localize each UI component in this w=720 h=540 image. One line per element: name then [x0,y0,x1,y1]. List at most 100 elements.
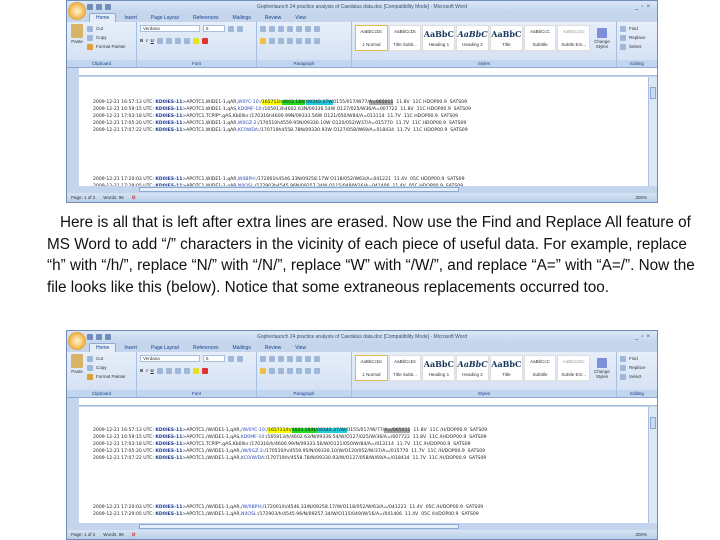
style-normal[interactable]: AaBbCcDc 1 Normal [355,25,388,51]
borders-icon[interactable] [314,37,320,44]
align-left-icon[interactable] [260,37,266,44]
change-case-icon[interactable] [183,37,190,44]
superscript-icon[interactable] [174,367,181,374]
subscript-icon[interactable] [165,367,172,374]
tab-page-layout[interactable]: Page Layout [145,14,185,22]
style-title-subtitle[interactable]: AaBbCcDc Title Subti... [388,25,422,51]
align-right-icon[interactable] [278,367,284,374]
document-page[interactable]: 2009-12-21 16:57:13 UTC: KD0IES-11>APOTC… [79,407,648,523]
format-painter-button[interactable]: Format Painter [87,42,126,51]
style-title[interactable]: AaBbC Title [489,25,523,51]
subscript-icon[interactable] [165,37,172,44]
decrease-indent-icon[interactable] [287,25,293,32]
cut-button[interactable]: Cut [87,24,126,33]
font-size-select[interactable]: 5 [203,355,225,362]
office-button[interactable] [68,332,86,350]
horizontal-scrollbar[interactable] [79,186,648,193]
italic-icon[interactable]: I [146,368,147,373]
tab-view[interactable]: View [289,14,312,22]
numbering-icon[interactable] [269,355,275,362]
increase-indent-icon[interactable] [296,25,302,32]
style-heading-1[interactable]: AaBbC Heading 1 [422,25,456,51]
line-spacing-icon[interactable] [296,37,302,44]
highlight-icon[interactable] [192,37,199,44]
font-color-icon[interactable] [201,37,208,44]
tab-home[interactable]: Home [89,13,117,22]
font-color-icon[interactable] [201,367,208,374]
proofing-icon[interactable]: ✪ [132,195,136,201]
cut-button[interactable]: Cut [87,354,126,363]
bullets-icon[interactable] [260,25,266,32]
bold-icon[interactable]: B [140,38,143,43]
change-styles-button[interactable]: Change Styles [591,25,613,65]
paste-button[interactable]: Paste [70,24,84,51]
tab-references[interactable]: References [187,344,225,352]
tab-home[interactable]: Home [89,343,117,352]
copy-button[interactable]: Copy [87,363,126,372]
line-spacing-icon[interactable] [296,367,302,374]
zoom-level[interactable]: 200% [635,195,647,200]
tab-insert[interactable]: Insert [118,14,143,22]
bullets-icon[interactable] [260,355,266,362]
proofing-icon[interactable]: ✪ [132,532,136,538]
font-size-select[interactable]: 5 [203,25,225,32]
vertical-scrollbar[interactable] [648,407,657,523]
increase-indent-icon[interactable] [296,355,302,362]
tab-review[interactable]: Review [259,14,287,22]
numbering-icon[interactable] [269,25,275,32]
style-title-subtitle[interactable]: AaBbCcDc Title Subti... [388,355,422,381]
italic-icon[interactable]: I [146,38,147,43]
copy-button[interactable]: Copy [87,33,126,42]
change-styles-button[interactable]: Change Styles [591,355,613,395]
tab-mailings[interactable]: Mailings [227,344,257,352]
grow-font-icon[interactable] [228,355,234,362]
paste-button[interactable]: Paste [70,354,84,381]
style-subtitle[interactable]: AaBbCcC Subtitle [523,355,557,381]
style-heading-2[interactable]: AaBbC Heading 2 [456,355,489,381]
ruler[interactable] [79,398,657,406]
replace-button[interactable]: Replace [620,33,654,42]
strikethrough-icon[interactable] [156,37,163,44]
align-right-icon[interactable] [278,37,284,44]
window-controls[interactable]: _▫× [635,4,653,10]
multilevel-icon[interactable] [278,25,284,32]
align-left-icon[interactable] [260,367,266,374]
style-normal[interactable]: AaBbCcDc 1 Normal [355,355,388,381]
format-painter-button[interactable]: Format Painter [87,372,126,381]
multilevel-icon[interactable] [278,355,284,362]
pilcrow-icon[interactable] [314,25,320,32]
find-button[interactable]: Find [620,24,654,33]
font-name-select[interactable]: Verdana [140,25,200,32]
bold-icon[interactable]: B [140,368,143,373]
select-button[interactable]: Select [620,42,654,51]
zoom-level[interactable]: 200% [635,532,647,537]
tab-references[interactable]: References [187,14,225,22]
horizontal-scrollbar[interactable] [79,523,648,530]
tab-view[interactable]: View [289,344,312,352]
justify-icon[interactable] [287,37,293,44]
tab-mailings[interactable]: Mailings [227,14,257,22]
justify-icon[interactable] [287,367,293,374]
document-page[interactable]: 2009-12-21 16:57:13 UTC: KD0IES-11>APOTC… [79,77,648,186]
underline-icon[interactable]: U [151,38,154,43]
style-heading-1[interactable]: AaBbC Heading 1 [422,355,456,381]
shading-icon[interactable] [305,367,311,374]
shading-icon[interactable] [305,37,311,44]
style-subtle-emphasis[interactable]: AaBbCcDc Subtle Em... [557,355,591,381]
strikethrough-icon[interactable] [156,367,163,374]
find-button[interactable]: Find [620,354,654,363]
font-name-select[interactable]: Verdana [140,355,200,362]
office-button[interactable] [68,2,86,20]
sort-icon[interactable] [305,355,311,362]
shrink-font-icon[interactable] [237,355,243,362]
align-center-icon[interactable] [269,37,275,44]
shrink-font-icon[interactable] [237,25,243,32]
replace-button[interactable]: Replace [620,363,654,372]
style-heading-2[interactable]: AaBbC Heading 2 [456,25,489,51]
sort-icon[interactable] [305,25,311,32]
select-button[interactable]: Select [620,372,654,381]
tab-page-layout[interactable]: Page Layout [145,344,185,352]
ruler[interactable] [79,68,657,76]
highlight-icon[interactable] [192,367,199,374]
tab-review[interactable]: Review [259,344,287,352]
